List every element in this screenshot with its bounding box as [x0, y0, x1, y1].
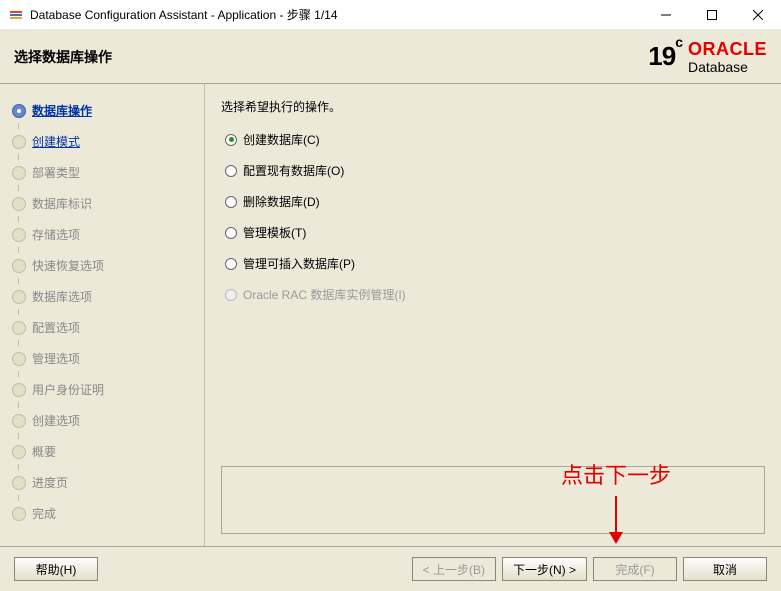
- sidebar-step-label: 创建模式: [32, 133, 80, 150]
- radio-icon: [225, 134, 237, 146]
- cancel-button[interactable]: 取消: [683, 557, 767, 581]
- logo-area: 19c ORACLE Database: [648, 40, 767, 74]
- sidebar-step-9[interactable]: 用户身份证明: [8, 377, 196, 402]
- back-button[interactable]: < 上一步(B): [412, 557, 496, 581]
- radio-label: Oracle RAC 数据库实例管理(I): [243, 286, 406, 303]
- finish-button[interactable]: 完成(F): [593, 557, 677, 581]
- step-bullet-icon: [12, 507, 26, 521]
- sidebar-step-label: 数据库操作: [32, 102, 92, 119]
- window-controls: [643, 0, 781, 30]
- sidebar-step-label: 数据库标识: [32, 195, 92, 212]
- step-bullet-icon: [12, 352, 26, 366]
- radio-option-0[interactable]: 创建数据库(C): [225, 131, 765, 148]
- step-bullet-icon: [12, 290, 26, 304]
- radio-icon: [225, 289, 237, 301]
- sidebar-step-label: 管理选项: [32, 350, 80, 367]
- instruction-text: 选择希望执行的操作。: [221, 98, 765, 115]
- sidebar: 数据库操作创建模式部署类型数据库标识存储选项快速恢复选项数据库选项配置选项管理选…: [0, 84, 205, 546]
- sidebar-step-label: 配置选项: [32, 319, 80, 336]
- sidebar-step-label: 完成: [32, 505, 56, 522]
- step-bullet-icon: [12, 414, 26, 428]
- close-button[interactable]: [735, 0, 781, 30]
- sidebar-step-5[interactable]: 快速恢复选项: [8, 253, 196, 278]
- next-button[interactable]: 下一步(N) >: [502, 557, 587, 581]
- window-title: Database Configuration Assistant - Appli…: [30, 6, 643, 23]
- step-bullet-icon: [12, 166, 26, 180]
- radio-icon: [225, 165, 237, 177]
- step-bullet-icon: [12, 197, 26, 211]
- step-bullet-icon: [12, 228, 26, 242]
- radio-label: 配置现有数据库(O): [243, 162, 344, 179]
- logo-product: Database: [688, 60, 748, 74]
- footer: 帮助(H) < 上一步(B) 下一步(N) > 完成(F) 取消: [0, 546, 781, 591]
- step-bullet-icon: [12, 259, 26, 273]
- sidebar-step-8[interactable]: 管理选项: [8, 346, 196, 371]
- sidebar-step-7[interactable]: 配置选项: [8, 315, 196, 340]
- radio-label: 管理可插入数据库(P): [243, 255, 355, 272]
- sidebar-step-label: 概要: [32, 443, 56, 460]
- sidebar-step-6[interactable]: 数据库选项: [8, 284, 196, 309]
- minimize-button[interactable]: [643, 0, 689, 30]
- help-button[interactable]: 帮助(H): [14, 557, 98, 581]
- sidebar-step-label: 快速恢复选项: [32, 257, 104, 274]
- logo-brand: ORACLE: [688, 40, 767, 58]
- operation-radio-group: 创建数据库(C) 配置现有数据库(O) 删除数据库(D) 管理模板(T) 管理可插入数据…: [225, 131, 765, 303]
- page-title: 选择数据库操作: [14, 47, 648, 67]
- radio-icon: [225, 258, 237, 270]
- radio-label: 管理模板(T): [243, 224, 306, 241]
- sidebar-step-label: 创建选项: [32, 412, 80, 429]
- sidebar-step-label: 数据库选项: [32, 288, 92, 305]
- logo-version-sup: c: [675, 34, 682, 50]
- sidebar-step-3[interactable]: 数据库标识: [8, 191, 196, 216]
- radio-icon: [225, 227, 237, 239]
- sidebar-step-10[interactable]: 创建选项: [8, 408, 196, 433]
- radio-option-2[interactable]: 删除数据库(D): [225, 193, 765, 210]
- step-bullet-icon: [12, 321, 26, 335]
- step-bullet-icon: [12, 476, 26, 490]
- radio-icon: [225, 196, 237, 208]
- titlebar: Database Configuration Assistant - Appli…: [0, 0, 781, 30]
- header: 选择数据库操作 19c ORACLE Database: [0, 30, 781, 84]
- app-icon: [8, 7, 24, 23]
- radio-option-3[interactable]: 管理模板(T): [225, 224, 765, 241]
- logo-oracle: ORACLE Database: [688, 40, 767, 74]
- step-bullet-icon: [12, 104, 26, 118]
- radio-label: 创建数据库(C): [243, 131, 320, 148]
- sidebar-step-label: 部署类型: [32, 164, 80, 181]
- sidebar-step-12[interactable]: 进度页: [8, 470, 196, 495]
- message-box: [221, 466, 765, 534]
- radio-label: 删除数据库(D): [243, 193, 320, 210]
- content: 数据库操作创建模式部署类型数据库标识存储选项快速恢复选项数据库选项配置选项管理选…: [0, 84, 781, 546]
- sidebar-step-1[interactable]: 创建模式: [8, 129, 196, 154]
- logo-version-number: 19: [648, 41, 675, 71]
- sidebar-step-0[interactable]: 数据库操作: [8, 98, 196, 123]
- sidebar-step-13[interactable]: 完成: [8, 501, 196, 526]
- step-bullet-icon: [12, 135, 26, 149]
- logo-version: 19c: [648, 41, 682, 72]
- radio-option-1[interactable]: 配置现有数据库(O): [225, 162, 765, 179]
- step-bullet-icon: [12, 445, 26, 459]
- sidebar-step-2[interactable]: 部署类型: [8, 160, 196, 185]
- sidebar-step-11[interactable]: 概要: [8, 439, 196, 464]
- sidebar-step-label: 用户身份证明: [32, 381, 104, 398]
- sidebar-step-label: 进度页: [32, 474, 68, 491]
- sidebar-step-4[interactable]: 存储选项: [8, 222, 196, 247]
- radio-option-4[interactable]: 管理可插入数据库(P): [225, 255, 765, 272]
- radio-option-5: Oracle RAC 数据库实例管理(I): [225, 286, 765, 303]
- main-panel: 选择希望执行的操作。 创建数据库(C) 配置现有数据库(O) 删除数据库(D) 管理模…: [205, 84, 781, 546]
- step-bullet-icon: [12, 383, 26, 397]
- maximize-button[interactable]: [689, 0, 735, 30]
- sidebar-step-label: 存储选项: [32, 226, 80, 243]
